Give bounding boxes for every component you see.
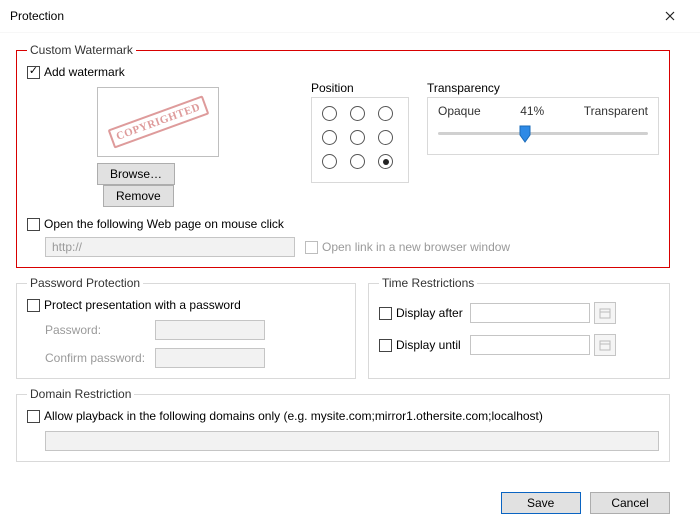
position-grid — [314, 100, 406, 180]
display-until-checkbox[interactable] — [379, 339, 392, 352]
transparency-col: Transparency Opaque 41% Transparent — [427, 81, 659, 155]
open-new-window-checkbox[interactable] — [305, 241, 318, 254]
custom-watermark-legend: Custom Watermark — [27, 43, 136, 57]
calendar-icon-after[interactable] — [594, 302, 616, 324]
display-after-row: Display after — [379, 302, 659, 324]
calendar-icon-until[interactable] — [594, 334, 616, 356]
dialog-title: Protection — [10, 9, 650, 23]
add-watermark-row: Add watermark — [27, 65, 659, 79]
transparency-header: Opaque 41% Transparent — [438, 104, 648, 118]
password-protection-group: Password Protection Protect presentation… — [16, 276, 356, 379]
open-web-inputs: Open link in a new browser window — [45, 237, 659, 257]
open-web-row: Open the following Web page on mouse cli… — [27, 217, 659, 231]
display-until-row: Display until — [379, 334, 659, 356]
position-top-left[interactable] — [322, 106, 337, 121]
display-after-input[interactable] — [470, 303, 590, 323]
display-after-checkbox[interactable] — [379, 307, 392, 320]
watermark-buttons: Browse… Remove — [97, 163, 253, 207]
display-after-label: Display after — [396, 306, 470, 320]
domain-allow-row: Allow playback in the following domains … — [27, 409, 659, 423]
position-middle-center[interactable] — [350, 130, 365, 145]
protect-checkbox[interactable] — [27, 299, 40, 312]
open-web-label: Open the following Web page on mouse cli… — [44, 217, 284, 231]
position-bottom-center[interactable] — [350, 154, 365, 169]
protection-dialog: Protection Custom Watermark Add watermar… — [0, 0, 700, 528]
slider-thumb[interactable] — [519, 125, 529, 143]
cancel-button[interactable]: Cancel — [590, 492, 670, 514]
time-restrictions-group: Time Restrictions Display after Display … — [368, 276, 670, 379]
add-watermark-label: Add watermark — [44, 65, 125, 79]
display-until-input[interactable] — [470, 335, 590, 355]
confirm-row: Confirm password: — [45, 348, 345, 368]
transparency-slider[interactable] — [438, 124, 648, 142]
transparency-value: 41% — [520, 104, 544, 118]
dialog-footer: Save Cancel — [501, 492, 670, 514]
slider-track — [438, 132, 648, 135]
display-until-label: Display until — [396, 338, 470, 352]
time-legend: Time Restrictions — [379, 276, 477, 290]
watermark-config-row: COPYRIGHTED Browse… Remove Position — [27, 81, 659, 207]
opaque-label: Opaque — [438, 104, 481, 118]
dialog-body: Custom Watermark Add watermark COPYRIGHT… — [0, 33, 700, 462]
two-column-row: Password Protection Protect presentation… — [16, 276, 670, 387]
close-button[interactable] — [650, 2, 690, 30]
titlebar: Protection — [0, 0, 700, 33]
confirm-label: Confirm password: — [45, 351, 155, 365]
save-button[interactable]: Save — [501, 492, 581, 514]
open-web-checkbox[interactable] — [27, 218, 40, 231]
position-middle-left[interactable] — [322, 130, 337, 145]
browse-button[interactable]: Browse… — [97, 163, 175, 185]
password-row: Password: — [45, 320, 345, 340]
watermark-preview: COPYRIGHTED — [97, 87, 219, 157]
password-legend: Password Protection — [27, 276, 143, 290]
password-input[interactable] — [155, 320, 265, 340]
web-url-input[interactable] — [45, 237, 295, 257]
transparent-label: Transparent — [584, 104, 648, 118]
position-bottom-left[interactable] — [322, 154, 337, 169]
position-bottom-right[interactable] — [378, 154, 393, 169]
transparency-label: Transparency — [427, 81, 659, 95]
domain-legend: Domain Restriction — [27, 387, 134, 401]
add-watermark-checkbox[interactable] — [27, 66, 40, 79]
position-top-right[interactable] — [378, 106, 393, 121]
domain-input-row — [45, 431, 659, 451]
watermark-stamp: COPYRIGHTED — [107, 95, 208, 148]
protect-label: Protect presentation with a password — [44, 298, 241, 312]
position-top-center[interactable] — [350, 106, 365, 121]
remove-button[interactable]: Remove — [103, 185, 174, 207]
domain-list-input[interactable] — [45, 431, 659, 451]
password-label: Password: — [45, 323, 155, 337]
domain-allow-checkbox[interactable] — [27, 410, 40, 423]
protect-row: Protect presentation with a password — [27, 298, 345, 312]
position-col: Position — [311, 81, 409, 183]
transparency-box: Opaque 41% Transparent — [427, 97, 659, 155]
position-label: Position — [311, 81, 409, 95]
custom-watermark-group: Custom Watermark Add watermark COPYRIGHT… — [16, 43, 670, 268]
domain-allow-label: Allow playback in the following domains … — [44, 409, 543, 423]
watermark-preview-col: COPYRIGHTED Browse… Remove — [27, 81, 253, 207]
open-new-window-label: Open link in a new browser window — [322, 240, 510, 254]
position-middle-right[interactable] — [378, 130, 393, 145]
confirm-password-input[interactable] — [155, 348, 265, 368]
position-grid-frame — [311, 97, 409, 183]
domain-restriction-group: Domain Restriction Allow playback in the… — [16, 387, 670, 462]
